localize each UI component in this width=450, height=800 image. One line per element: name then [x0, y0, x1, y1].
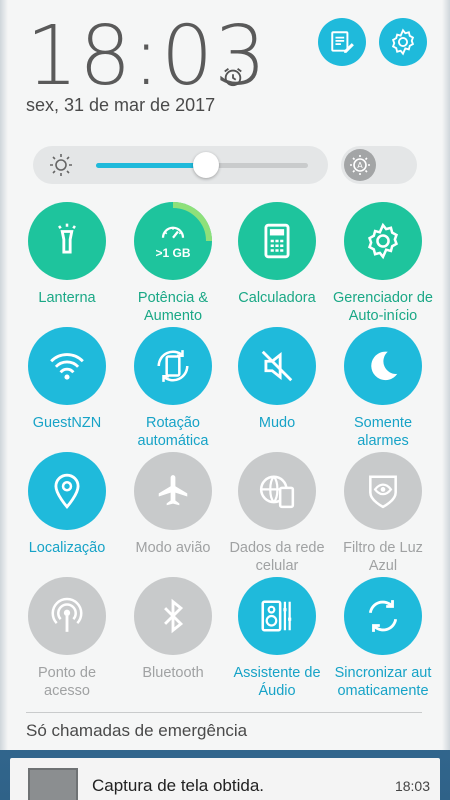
clock-time: 18:03 — [26, 9, 268, 104]
tile-hotspot[interactable]: Ponto de acesso — [12, 577, 122, 700]
eye-filter-icon — [369, 475, 397, 509]
quick-settings-panel: 18:03 sex, 31 de mar de 2017 A Lanterna … — [0, 0, 450, 750]
bluetooth-icon — [164, 598, 184, 634]
moon-icon — [371, 351, 398, 381]
mute-icon — [261, 350, 293, 382]
tile-toggle-button[interactable] — [28, 452, 106, 530]
tile-label: Gerenciador de Auto-início — [333, 290, 433, 324]
tile-toggle-button[interactable] — [28, 327, 106, 405]
tile-label: Filtro de Luz Azul — [343, 540, 423, 574]
screenshot-notification[interactable]: Captura de tela obtida. 18:03 — [10, 758, 440, 800]
screenshot-thumbnail — [28, 768, 78, 800]
memory-ring-icon — [172, 202, 212, 242]
tile-moon[interactable]: Somente alarmes — [328, 327, 438, 450]
tile-toggle-button[interactable] — [238, 577, 316, 655]
tile-label: Lanterna — [38, 290, 96, 306]
tile-toggle-button[interactable] — [238, 452, 316, 530]
tile-location[interactable]: Localização — [12, 452, 122, 557]
tile-toggle-button[interactable] — [344, 327, 422, 405]
svg-text:A: A — [357, 161, 363, 170]
memory-badge: >1 GB — [155, 246, 191, 260]
tile-toggle-button[interactable] — [238, 327, 316, 405]
panel-edge-right — [442, 0, 450, 750]
auto-brightness-toggle[interactable]: A — [341, 146, 417, 184]
tile-label: Calculadora — [238, 290, 316, 306]
tile-label: GuestNZN — [32, 415, 102, 431]
notification-time: 18:03 — [394, 778, 430, 794]
brightness-thumb[interactable] — [193, 152, 219, 178]
tile-bluetooth[interactable]: Bluetooth — [118, 577, 228, 682]
note-edit-icon — [331, 31, 354, 53]
gear-icon — [391, 28, 415, 56]
tile-wifi[interactable]: GuestNZN — [12, 327, 122, 432]
brightness-fill — [96, 163, 206, 168]
tile-label: Sincronizar aut omaticamente — [334, 665, 432, 699]
alarm-clock-icon — [224, 68, 242, 87]
hotspot-icon — [51, 597, 83, 632]
tile-label: Bluetooth — [142, 665, 204, 681]
gear-icon — [367, 222, 399, 260]
wifi-icon — [50, 353, 84, 380]
mobile-data-icon — [259, 475, 295, 509]
tile-toggle-button[interactable] — [28, 577, 106, 655]
tile-label: Ponto de acesso — [37, 665, 97, 699]
airplane-icon — [158, 475, 188, 506]
rotate-icon — [157, 350, 189, 382]
settings-button[interactable] — [379, 18, 427, 66]
tile-label: Dados da rede celular — [229, 540, 325, 574]
tile-airplane[interactable]: Modo avião — [118, 452, 228, 557]
notification-title: Captura de tela obtida. — [92, 776, 265, 795]
tile-calculator[interactable]: Calculadora — [222, 202, 332, 307]
tile-toggle-button[interactable] — [344, 202, 422, 280]
tile-toggle-button[interactable] — [134, 327, 212, 405]
tile-mobile-data[interactable]: Dados da rede celular — [222, 452, 332, 575]
tile-label: Assistente de Áudio — [233, 665, 321, 699]
tile-toggle-button[interactable] — [28, 202, 106, 280]
tile-speaker[interactable]: Assistente de Áudio — [222, 577, 332, 700]
tile-gear[interactable]: Gerenciador de Auto-início — [328, 202, 438, 325]
tile-mute[interactable]: Mudo — [222, 327, 332, 432]
emergency-calls-only: Só chamadas de emergência — [26, 712, 422, 741]
tile-toggle-button[interactable] — [344, 452, 422, 530]
tile-label: Rotação automática — [137, 415, 209, 449]
tile-speedometer[interactable]: >1 GB Potência & Aumento — [118, 202, 228, 325]
edit-tiles-button[interactable] — [318, 18, 366, 66]
sync-icon — [368, 600, 398, 632]
tile-toggle-button[interactable] — [344, 577, 422, 655]
location-icon — [54, 473, 80, 509]
tile-toggle-button[interactable]: >1 GB — [134, 202, 212, 280]
date-text: sex, 31 de mar de 2017 — [26, 95, 216, 115]
tile-sync[interactable]: Sincronizar aut omaticamente — [328, 577, 438, 700]
flashlight-icon — [58, 223, 76, 254]
calculator-icon — [264, 223, 290, 259]
brightness-slider[interactable] — [33, 146, 328, 184]
tile-rotate[interactable]: Rotação automática — [118, 327, 228, 450]
tile-label: Somente alarmes — [353, 415, 413, 449]
tile-label: Localização — [28, 540, 106, 556]
panel-edge-left — [0, 0, 8, 750]
tile-toggle-button[interactable] — [134, 452, 212, 530]
tile-label: Mudo — [258, 415, 296, 431]
tile-eye-filter[interactable]: Filtro de Luz Azul — [328, 452, 438, 575]
tile-label: Modo avião — [135, 540, 211, 556]
tile-flashlight[interactable]: Lanterna — [12, 202, 122, 307]
tile-toggle-button[interactable] — [134, 577, 212, 655]
tile-label: Potência & Aumento — [137, 290, 209, 324]
speaker-icon — [261, 600, 292, 632]
tile-toggle-button[interactable] — [238, 202, 316, 280]
auto-brightness-icon: A — [344, 149, 376, 181]
brightness-low-icon — [50, 154, 72, 176]
